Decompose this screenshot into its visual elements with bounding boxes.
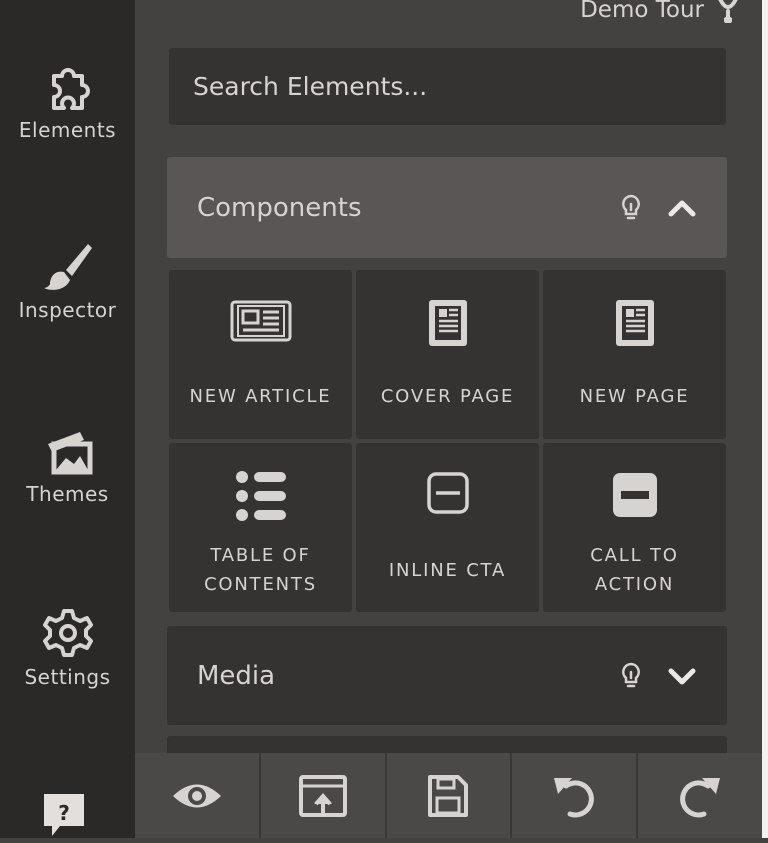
section-header-media[interactable]: Media <box>167 626 727 725</box>
minus-square-outline-icon <box>426 472 469 514</box>
eye-icon <box>172 784 221 807</box>
chevron-down-icon[interactable] <box>667 666 697 686</box>
gear-icon <box>42 609 93 657</box>
redo-icon <box>680 777 721 817</box>
redo-button[interactable] <box>636 753 762 838</box>
component-tile-new-article[interactable]: NEW ARTICLE <box>169 270 352 439</box>
tile-label: INLINE CTA <box>388 560 507 581</box>
component-tile-table-of-contents[interactable]: TABLE OF CONTENTS <box>169 443 352 612</box>
lightbulb-icon <box>718 0 738 23</box>
search-input[interactable] <box>193 72 702 101</box>
tile-label: TABLE OF CONTENTS <box>204 545 317 595</box>
minus-square-filled-icon <box>612 473 657 517</box>
left-sidebar: Elements Inspector Themes Settings ? <box>0 0 135 838</box>
sidebar-item-themes[interactable]: Themes <box>0 426 135 506</box>
puzzle-icon <box>51 68 90 110</box>
lightbulb-icon[interactable] <box>621 662 641 690</box>
document-icon <box>428 300 467 346</box>
tile-label: NEW PAGE <box>579 386 690 407</box>
newspaper-icon <box>230 300 291 342</box>
component-tile-cover-page[interactable]: COVER PAGE <box>356 270 539 439</box>
sidebar-item-settings[interactable]: Settings <box>0 607 135 689</box>
preview-button[interactable] <box>135 753 259 838</box>
lightbulb-icon[interactable] <box>621 194 641 222</box>
images-icon <box>47 432 92 475</box>
component-tile-inline-cta[interactable]: INLINE CTA <box>356 443 539 612</box>
component-tile-new-page[interactable]: NEW PAGE <box>543 270 726 439</box>
section-title: Media <box>197 660 276 691</box>
window-edge <box>762 0 768 838</box>
save-button[interactable] <box>384 753 511 838</box>
section-header-components[interactable]: Components <box>167 157 727 258</box>
sidebar-item-label: Elements <box>18 118 117 142</box>
help-text: ? <box>58 801 70 825</box>
undo-icon <box>554 777 595 817</box>
sidebar-item-inspector[interactable]: Inspector <box>0 240 135 322</box>
sidebar-item-label: Settings <box>24 665 111 689</box>
publish-button[interactable] <box>258 753 385 838</box>
document-icon <box>615 300 654 346</box>
tile-label: COVER PAGE <box>380 386 515 407</box>
demo-tour-label: Demo Tour <box>580 0 704 23</box>
sidebar-item-label: Inspector <box>18 298 117 322</box>
section-title: Components <box>197 192 362 223</box>
sidebar-item-elements[interactable]: Elements <box>0 62 135 142</box>
search-box[interactable] <box>169 48 726 125</box>
component-tile-call-to-action[interactable]: CALL TO ACTION <box>543 443 726 612</box>
tile-label: CALL TO ACTION <box>590 545 679 595</box>
brush-icon <box>43 244 92 290</box>
list-icon <box>235 471 286 521</box>
sidebar-item-label: Themes <box>26 482 109 506</box>
demo-tour-link[interactable]: Demo Tour <box>580 0 738 28</box>
help-icon[interactable]: ? <box>40 790 88 843</box>
floppy-disk-icon <box>428 774 469 817</box>
upload-window-icon <box>298 774 347 817</box>
tile-label: NEW ARTICLE <box>189 386 332 407</box>
bottom-toolbar <box>135 753 762 838</box>
chevron-up-icon[interactable] <box>667 198 697 218</box>
undo-button[interactable] <box>510 753 636 838</box>
